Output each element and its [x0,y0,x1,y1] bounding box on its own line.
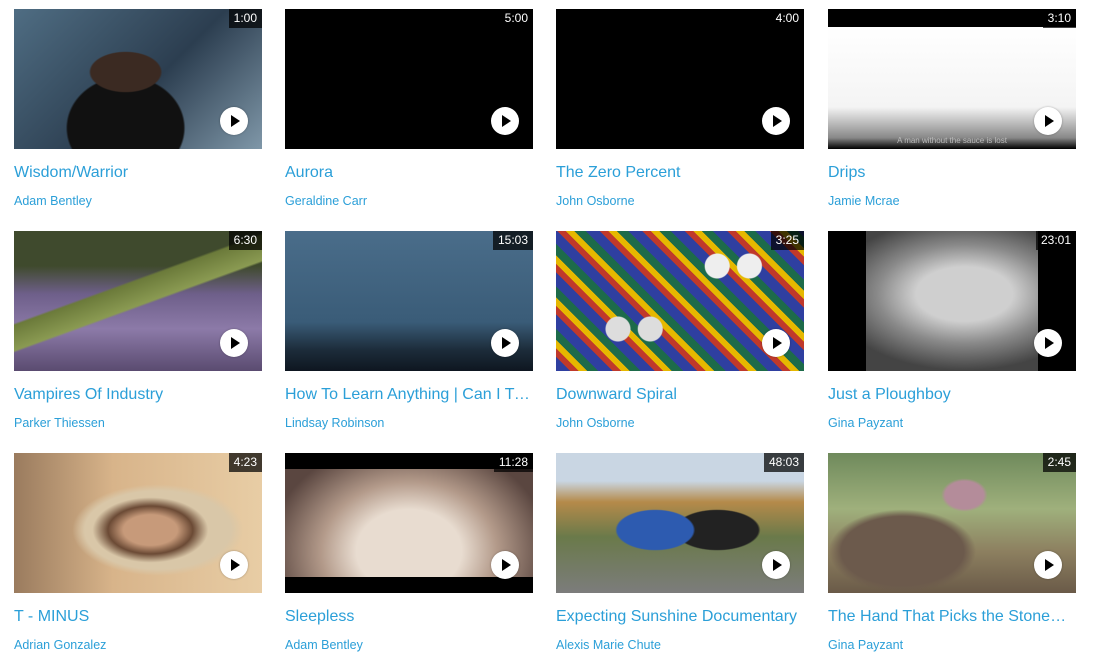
video-thumbnail[interactable]: 48:03 [556,453,804,593]
video-author[interactable]: Alexis Marie Chute [556,637,804,653]
duration-badge: 4:00 [770,9,804,28]
video-title[interactable]: Sleepless [285,607,531,627]
video-title[interactable]: How To Learn Anything | Can I Tra... [285,385,531,405]
play-icon[interactable] [491,329,519,357]
duration-badge: 3:10 [1042,9,1076,28]
video-author[interactable]: Adrian Gonzalez [14,637,262,653]
play-icon[interactable] [220,329,248,357]
duration-badge: 2:45 [1042,453,1076,472]
video-title[interactable]: Downward Spiral [556,385,802,405]
video-title[interactable]: T - MINUS [14,607,260,627]
video-thumbnail[interactable]: 2:45 [828,453,1076,593]
video-card: 4:23 T - MINUS Adrian Gonzalez [14,453,262,653]
video-title[interactable]: The Hand That Picks the Stones - ... [828,607,1074,627]
video-title[interactable]: Just a Ploughboy [828,385,1074,405]
video-thumbnail[interactable]: 5:00 [285,9,533,149]
video-author[interactable]: John Osborne [556,193,804,209]
video-thumbnail[interactable]: A man without the sauce is lost 3:10 [828,9,1076,149]
video-author[interactable]: Adam Bentley [14,193,262,209]
play-icon[interactable] [491,107,519,135]
video-thumbnail[interactable]: 3:25 [556,231,804,371]
video-card: 23:01 Just a Ploughboy Gina Payzant [828,231,1076,431]
duration-badge: 15:03 [492,231,533,250]
video-card: 2:45 The Hand That Picks the Stones - ..… [828,453,1076,653]
play-icon[interactable] [762,551,790,579]
play-icon[interactable] [1034,329,1062,357]
duration-badge: 5:00 [499,9,533,28]
video-author[interactable]: Adam Bentley [285,637,533,653]
video-title[interactable]: The Zero Percent [556,163,802,183]
video-thumbnail[interactable]: 4:00 [556,9,804,149]
video-title[interactable]: Aurora [285,163,531,183]
video-card: 3:25 Downward Spiral John Osborne [556,231,804,431]
thumbnail-caption: A man without the sauce is lost [897,136,1007,145]
video-author[interactable]: Parker Thiessen [14,415,262,431]
video-card: 48:03 Expecting Sunshine Documentary Ale… [556,453,804,653]
video-card: 4:00 The Zero Percent John Osborne [556,9,804,209]
video-card: 1:00 Wisdom/Warrior Adam Bentley [14,9,262,209]
duration-badge: 23:01 [1035,231,1076,250]
video-author[interactable]: Gina Payzant [828,637,1076,653]
video-thumbnail[interactable]: 1:00 [14,9,262,149]
play-icon[interactable] [220,551,248,579]
video-author[interactable]: Geraldine Carr [285,193,533,209]
play-icon[interactable] [762,329,790,357]
video-card: 5:00 Aurora Geraldine Carr [285,9,533,209]
video-thumbnail[interactable]: 4:23 [14,453,262,593]
video-card: 15:03 How To Learn Anything | Can I Tra.… [285,231,533,431]
video-card: 11:28 Sleepless Adam Bentley [285,453,533,653]
video-title[interactable]: Vampires Of Industry [14,385,260,405]
video-author[interactable]: Lindsay Robinson [285,415,533,431]
video-card: A man without the sauce is lost 3:10 Dri… [828,9,1076,209]
video-card: 6:30 Vampires Of Industry Parker Thiesse… [14,231,262,431]
video-author[interactable]: John Osborne [556,415,804,431]
duration-badge: 3:25 [770,231,804,250]
video-author[interactable]: Jamie Mcrae [828,193,1076,209]
duration-badge: 4:23 [228,453,262,472]
video-thumbnail[interactable]: 6:30 [14,231,262,371]
video-author[interactable]: Gina Payzant [828,415,1076,431]
video-thumbnail[interactable]: 23:01 [828,231,1076,371]
video-grid: 1:00 Wisdom/Warrior Adam Bentley 5:00 Au… [0,0,1100,668]
play-icon[interactable] [220,107,248,135]
video-title[interactable]: Expecting Sunshine Documentary [556,607,802,627]
play-icon[interactable] [1034,107,1062,135]
duration-badge: 48:03 [763,453,804,472]
duration-badge: 1:00 [228,9,262,28]
video-title[interactable]: Drips [828,163,1074,183]
play-icon[interactable] [491,551,519,579]
duration-badge: 11:28 [493,453,533,472]
duration-badge: 6:30 [228,231,262,250]
video-thumbnail[interactable]: 15:03 [285,231,533,371]
play-icon[interactable] [762,107,790,135]
video-title[interactable]: Wisdom/Warrior [14,163,260,183]
play-icon[interactable] [1034,551,1062,579]
video-thumbnail[interactable]: 11:28 [285,453,533,593]
